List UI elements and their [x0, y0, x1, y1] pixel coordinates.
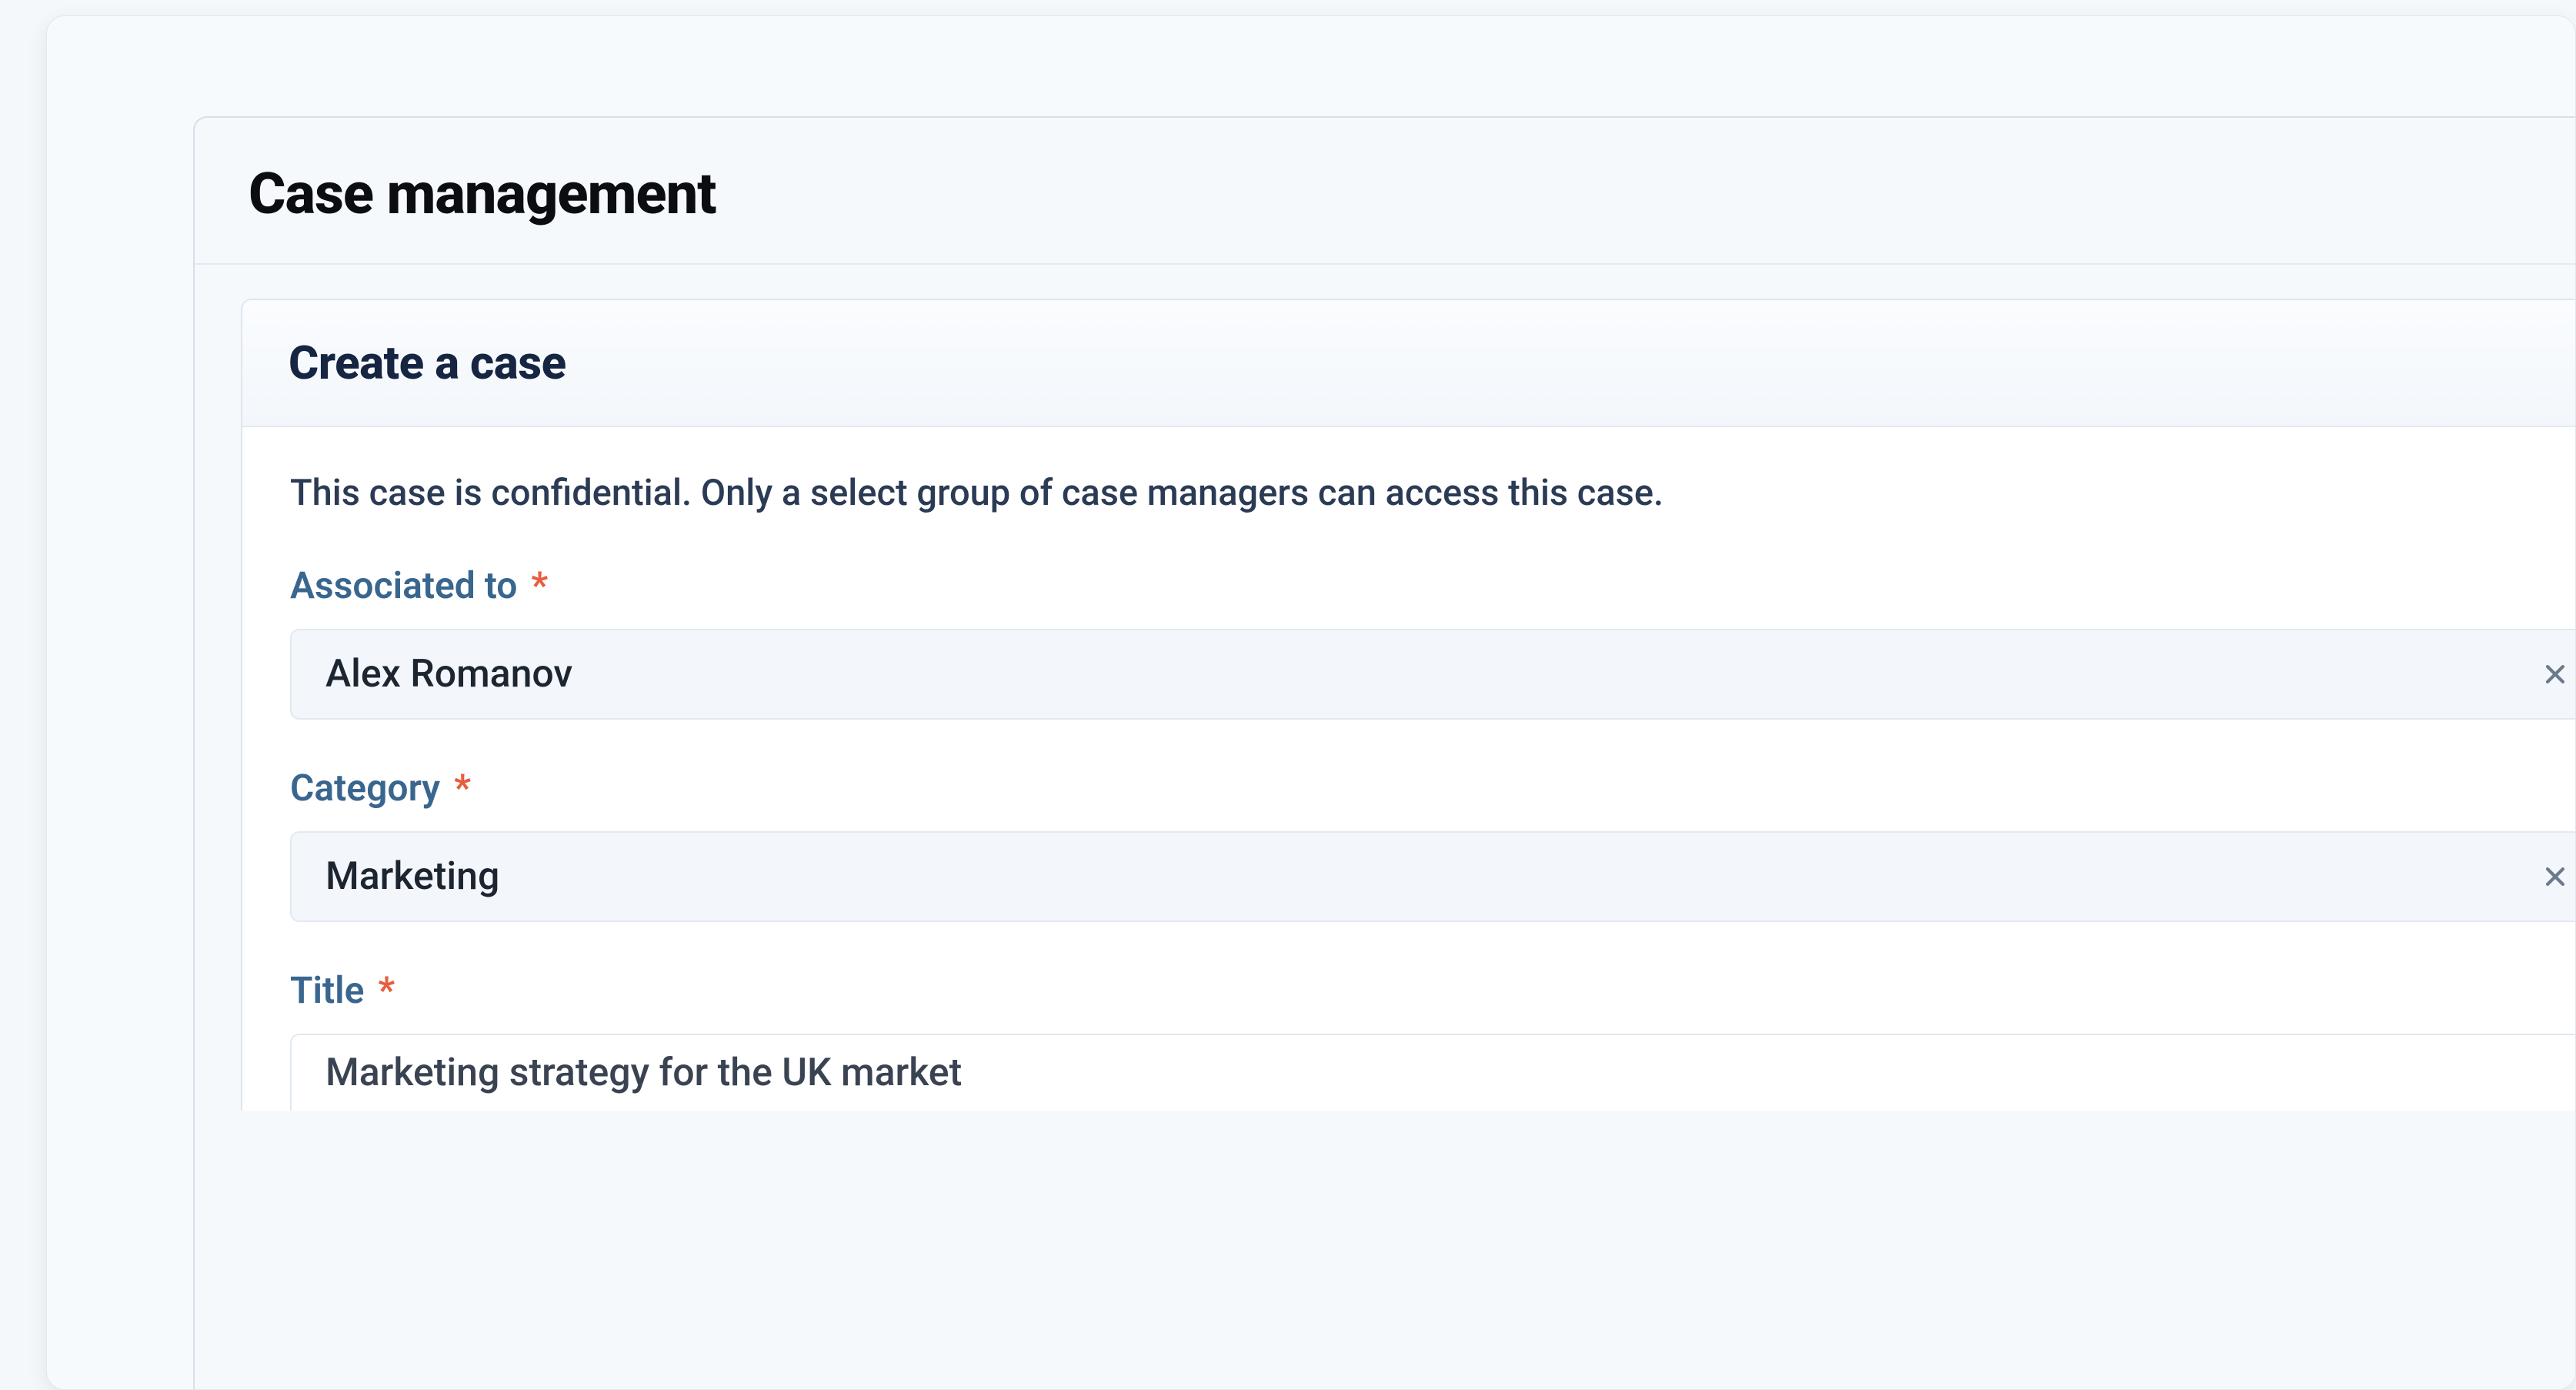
title-field-group: Title * Marketing strategy for the UK ma… — [290, 968, 2575, 1111]
category-select[interactable]: Marketing — [290, 831, 2575, 922]
title-value: Marketing strategy for the UK market — [325, 1051, 962, 1095]
associated-to-value: Alex Romanov — [325, 652, 2541, 697]
confidential-info-text: This case is confidential. Only a select… — [290, 472, 2575, 514]
required-asterisk: * — [531, 563, 548, 607]
title-label-text: Title — [290, 968, 364, 1012]
create-case-card: Create a case This case is confidential.… — [241, 299, 2575, 1111]
title-input[interactable]: Marketing strategy for the UK market — [290, 1034, 2575, 1111]
form-header: Create a case — [242, 300, 2575, 427]
associated-to-select[interactable]: Alex Romanov — [290, 629, 2575, 720]
category-value: Marketing — [325, 854, 2541, 899]
outer-card: Case management Create a case This case … — [46, 15, 2576, 1390]
category-label-text: Category — [290, 766, 440, 810]
panel-title: Case management — [249, 161, 2521, 228]
category-field-group: Category * Marketing — [290, 766, 2575, 922]
associated-to-label-text: Associated to — [290, 563, 517, 607]
form-body: This case is confidential. Only a select… — [242, 427, 2575, 1111]
title-label: Title * — [290, 968, 2575, 1012]
associated-to-field-group: Associated to * Alex Romanov — [290, 563, 2575, 720]
panel-header: Case management — [195, 118, 2575, 265]
required-asterisk: * — [378, 968, 395, 1012]
clear-icon[interactable] — [2540, 659, 2571, 690]
case-management-panel: Case management Create a case This case … — [193, 116, 2575, 1389]
required-asterisk: * — [454, 766, 471, 810]
category-label: Category * — [290, 766, 2575, 810]
form-title: Create a case — [289, 336, 2529, 390]
clear-icon[interactable] — [2540, 861, 2571, 892]
associated-to-label: Associated to * — [290, 563, 2575, 607]
